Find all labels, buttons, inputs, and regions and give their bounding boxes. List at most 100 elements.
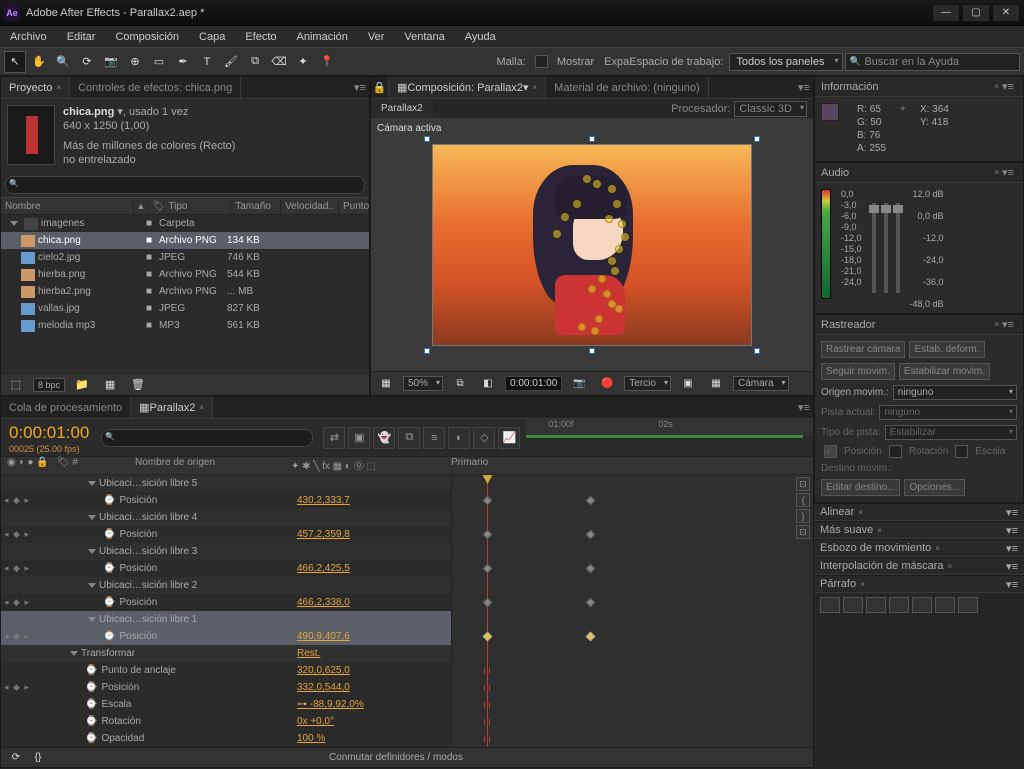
bpc-button[interactable]: 8 bpc	[33, 378, 65, 392]
panel-menu-icon[interactable]: ▾≡	[351, 77, 369, 98]
mask-interp-panel-head[interactable]: Interpolación de máscara×▾≡	[814, 557, 1024, 575]
motion-blur-icon[interactable]: ≡	[423, 427, 445, 449]
menu-efecto[interactable]: Efecto	[235, 26, 286, 47]
toggle-switches-icon[interactable]: ⟳	[5, 747, 27, 769]
graph-editor-icon[interactable]: 📈	[498, 427, 520, 449]
zoom-dropdown[interactable]: 50%	[403, 376, 443, 391]
timeline-row[interactable]: Ubicaci…sición libre 3	[1, 543, 451, 560]
timeline-row[interactable]: Ubicaci…sición libre 1	[1, 611, 451, 628]
menu-ayuda[interactable]: Ayuda	[455, 26, 506, 47]
warp-stab-button[interactable]: Estab. deform.	[909, 341, 984, 358]
viewer[interactable]: Cámara activa	[371, 119, 813, 371]
snapshot-icon[interactable]: 📷	[568, 373, 590, 395]
audio-slider-l[interactable]	[872, 203, 876, 293]
track-camera-button[interactable]: Rastrear cámara	[821, 341, 905, 358]
roto-tool[interactable]: ✦	[292, 51, 314, 73]
close-button[interactable]: ✕	[992, 4, 1020, 22]
comp-mini-flowchart-icon[interactable]: ⇄	[323, 427, 345, 449]
zoom-tool[interactable]: 🔍	[52, 51, 74, 73]
edit-target-button[interactable]: Editar destino...	[821, 479, 900, 496]
timeline-graph[interactable]: ⊡ { } ⊡	[451, 475, 813, 747]
resolution-dropdown[interactable]: Tercio	[624, 376, 671, 391]
info-menu[interactable]: ▾≡	[999, 80, 1017, 93]
timeline-row[interactable]: Ubicaci…sición libre 4	[1, 509, 451, 526]
audio-menu[interactable]: ▾≡	[999, 166, 1017, 179]
align-right-icon[interactable]	[866, 597, 886, 613]
interpret-icon[interactable]: ⬚	[5, 374, 27, 396]
timeline-row[interactable]: ◂ ◆ ▸⌚Posición430,2,333,7	[1, 492, 451, 509]
tab-composition[interactable]: ▦ Composición: Parallax2 ▾×	[389, 77, 546, 98]
menu-capa[interactable]: Capa	[189, 26, 235, 47]
timeline-row[interactable]: ⌚Punto de anclaje320,0,625,0	[1, 662, 451, 679]
pen-tool[interactable]: ✒	[172, 51, 194, 73]
justify-c-icon[interactable]	[912, 597, 932, 613]
channels-icon[interactable]: 🔴	[596, 373, 618, 395]
file-row[interactable]: imagenes■Carpeta	[1, 215, 369, 232]
brush-tool[interactable]: 🖌	[220, 51, 242, 73]
motion-sketch-panel-head[interactable]: Esbozo de movimiento×▾≡	[814, 539, 1024, 557]
minimize-button[interactable]: —	[932, 4, 960, 22]
align-center-icon[interactable]	[843, 597, 863, 613]
timeline-row[interactable]: TransformarRest.	[1, 645, 451, 662]
timeline-search[interactable]	[101, 429, 313, 447]
file-row[interactable]: cielo2.jpg■JPEG746 KB	[1, 249, 369, 266]
audio-slider-c[interactable]	[884, 203, 888, 293]
timeline-timecode[interactable]: 0:00:01:0000025 (25.00 fps)	[1, 419, 97, 456]
roi-icon[interactable]: ▣	[677, 373, 699, 395]
audio-slider-r[interactable]	[896, 203, 900, 293]
brainstorm-icon[interactable]: ◐	[448, 427, 470, 449]
motion-source-dropdown[interactable]: ninguno	[893, 385, 1017, 400]
timeline-row[interactable]: ⌚Rotación0x +0,0°	[1, 713, 451, 730]
file-row[interactable]: hierba2.png■Archivo PNG... MB	[1, 283, 369, 300]
timeline-row[interactable]: ◂ ◆ ▸⌚Posición466,2,425,5	[1, 560, 451, 577]
trash-icon[interactable]: 🗑	[127, 374, 149, 396]
new-folder-icon[interactable]: 📁	[71, 374, 93, 396]
project-tree[interactable]: imagenes■Carpetachica.png■Archivo PNG134…	[1, 215, 369, 373]
comp-panel-menu[interactable]: ▾≡	[795, 77, 813, 98]
justify-l-icon[interactable]	[889, 597, 909, 613]
file-row[interactable]: hierba.png■Archivo PNG544 KB	[1, 266, 369, 283]
lock-icon[interactable]: 🔒	[371, 77, 389, 98]
file-row[interactable]: chica.png■Archivo PNG134 KB	[1, 232, 369, 249]
timeline-row[interactable]: Ubicaci…sición libre 5	[1, 475, 451, 492]
file-row[interactable]: melodia mp3■MP3561 KB	[1, 317, 369, 334]
align-left-icon[interactable]	[820, 597, 840, 613]
align-panel-head[interactable]: Alinear×▾≡	[814, 503, 1024, 521]
stamp-tool[interactable]: ⧉	[244, 51, 266, 73]
tab-render-queue[interactable]: Cola de procesamiento	[1, 397, 131, 418]
toggle-switches-label[interactable]: Conmutar definidores / modos	[329, 752, 463, 763]
project-search[interactable]	[5, 176, 365, 194]
timeline-layers[interactable]: Ubicaci…sición libre 5◂ ◆ ▸⌚Posición430,…	[1, 475, 451, 747]
tracker-menu[interactable]: ▾≡	[999, 318, 1017, 331]
grid-icon[interactable]: ▦	[375, 373, 397, 395]
puppet-tool[interactable]: 📍	[316, 51, 338, 73]
options-button[interactable]: Opciones...	[904, 479, 965, 496]
nav-bottom[interactable]: ⊡	[796, 525, 810, 539]
timeline-row[interactable]: ⌚Escala⊶ -88,9,92,0%	[1, 696, 451, 713]
eraser-tool[interactable]: ⌫	[268, 51, 290, 73]
timeline-row[interactable]: Ubicaci…sición libre 2	[1, 577, 451, 594]
nav-out[interactable]: }	[796, 509, 810, 523]
justify-all-icon[interactable]	[958, 597, 978, 613]
new-comp-icon[interactable]: ▦	[99, 374, 121, 396]
res-icon[interactable]: ⧉	[449, 373, 471, 395]
composition-canvas[interactable]	[432, 144, 752, 346]
timeline-row[interactable]: ◂ ◆ ▸⌚Posición332,0,544,0	[1, 679, 451, 696]
workspace-dropdown[interactable]: Todos los paneles	[729, 53, 843, 71]
transp-icon[interactable]: ▦	[705, 373, 727, 395]
hand-tool[interactable]: ✋	[28, 51, 50, 73]
menu-editar[interactable]: Editar	[57, 26, 106, 47]
timeline-row[interactable]: ⌚Opacidad100 %	[1, 730, 451, 747]
menu-composicion[interactable]: Composición	[105, 26, 189, 47]
menu-animacion[interactable]: Animación	[287, 26, 358, 47]
nav-in[interactable]: {	[796, 493, 810, 507]
text-tool[interactable]: T	[196, 51, 218, 73]
paragraph-panel-head[interactable]: Párrafo×▾≡	[814, 575, 1024, 593]
viewer-timecode[interactable]: 0:00:01:00	[505, 376, 562, 391]
timeline-menu[interactable]: ▾≡	[795, 397, 813, 418]
track-motion-button[interactable]: Seguir movim.	[821, 363, 895, 380]
menu-archivo[interactable]: Archivo	[0, 26, 57, 47]
rotate-tool[interactable]: ⟳	[76, 51, 98, 73]
toggle-pane-icon[interactable]: {}	[27, 747, 49, 769]
tab-effect-controls[interactable]: Controles de efectos: chica.png	[70, 77, 241, 98]
